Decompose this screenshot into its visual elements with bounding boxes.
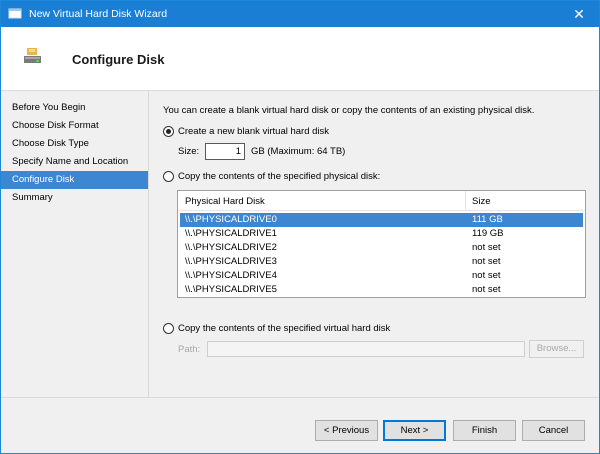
nav-item-summary[interactable]: Summary — [1, 189, 148, 207]
list-row-drive2[interactable]: \\.\PHYSICALDRIVE2 not set — [180, 241, 583, 255]
size-label: Size: — [178, 146, 200, 157]
list-row-drive1[interactable]: \\.\PHYSICALDRIVE1 119 GB — [180, 227, 583, 241]
window-title: New Virtual Hard Disk Wizard — [29, 8, 168, 20]
disk-size: 111 GB — [472, 214, 503, 225]
wizard-window: New Virtual Hard Disk Wizard ✕ Configure… — [0, 0, 600, 454]
wizard-app-icon — [8, 8, 22, 19]
path-label: Path: — [178, 344, 201, 355]
radio-copy-physical[interactable] — [163, 171, 174, 182]
disk-size: 119 GB — [472, 228, 504, 239]
radio-copy-virtual[interactable] — [163, 323, 174, 334]
column-header-size[interactable]: Size — [472, 196, 490, 207]
wizard-steps-nav: Before You Begin Choose Disk Format Choo… — [1, 91, 149, 397]
list-header: Physical Hard Disk Size — [178, 191, 585, 211]
browse-button[interactable]: Browse... — [529, 340, 584, 358]
radio-copy-virtual-label[interactable]: Copy the contents of the specified virtu… — [178, 323, 390, 334]
radio-create-blank[interactable] — [163, 126, 174, 137]
list-row-drive4[interactable]: \\.\PHYSICALDRIVE4 not set — [180, 269, 583, 283]
path-input[interactable] — [207, 341, 525, 357]
disk-name: \\.\PHYSICALDRIVE5 — [185, 284, 277, 295]
cancel-button[interactable]: Cancel — [522, 420, 585, 441]
nav-item-choose-disk-type[interactable]: Choose Disk Type — [1, 135, 148, 153]
nav-item-specify-name-location[interactable]: Specify Name and Location — [1, 153, 148, 171]
configure-disk-panel: You can create a blank virtual hard disk… — [150, 91, 599, 397]
disk-size: not set — [472, 270, 501, 281]
physical-disk-list[interactable]: Physical Hard Disk Size \\.\PHYSICALDRIV… — [177, 190, 586, 298]
close-icon[interactable]: ✕ — [559, 1, 599, 27]
nav-item-choose-disk-format[interactable]: Choose Disk Format — [1, 117, 148, 135]
column-separator[interactable] — [465, 191, 466, 211]
nav-item-configure-disk[interactable]: Configure Disk — [1, 171, 148, 189]
list-row-drive5[interactable]: \\.\PHYSICALDRIVE5 not set — [180, 283, 583, 297]
disk-name: \\.\PHYSICALDRIVE2 — [185, 242, 277, 253]
radio-create-blank-label[interactable]: Create a new blank virtual hard disk — [178, 126, 329, 137]
intro-text: You can create a blank virtual hard disk… — [163, 105, 535, 116]
size-unit-label: GB (Maximum: 64 TB) — [251, 146, 346, 157]
radio-copy-physical-label[interactable]: Copy the contents of the specified physi… — [178, 171, 380, 182]
disk-size: not set — [472, 256, 501, 267]
finish-button[interactable]: Finish — [453, 420, 516, 441]
previous-button[interactable]: < Previous — [315, 420, 378, 441]
footer-divider — [1, 397, 599, 398]
disk-name: \\.\PHYSICALDRIVE3 — [185, 256, 277, 267]
disk-size: not set — [472, 242, 501, 253]
list-row-drive3[interactable]: \\.\PHYSICALDRIVE3 not set — [180, 255, 583, 269]
disk-wizard-icon — [24, 48, 41, 63]
page-title: Configure Disk — [72, 52, 165, 67]
disk-name: \\.\PHYSICALDRIVE4 — [185, 270, 277, 281]
wizard-header: Configure Disk — [1, 27, 599, 91]
nav-item-before-you-begin[interactable]: Before You Begin — [1, 99, 148, 117]
column-header-disk[interactable]: Physical Hard Disk — [185, 196, 265, 207]
disk-size: not set — [472, 284, 501, 295]
next-button[interactable]: Next > — [383, 420, 446, 441]
title-bar[interactable]: New Virtual Hard Disk Wizard ✕ — [1, 1, 599, 27]
list-row-drive0[interactable]: \\.\PHYSICALDRIVE0 111 GB — [180, 213, 583, 227]
disk-name: \\.\PHYSICALDRIVE1 — [185, 228, 277, 239]
size-input[interactable]: 1 — [205, 143, 245, 160]
disk-name: \\.\PHYSICALDRIVE0 — [185, 214, 277, 225]
